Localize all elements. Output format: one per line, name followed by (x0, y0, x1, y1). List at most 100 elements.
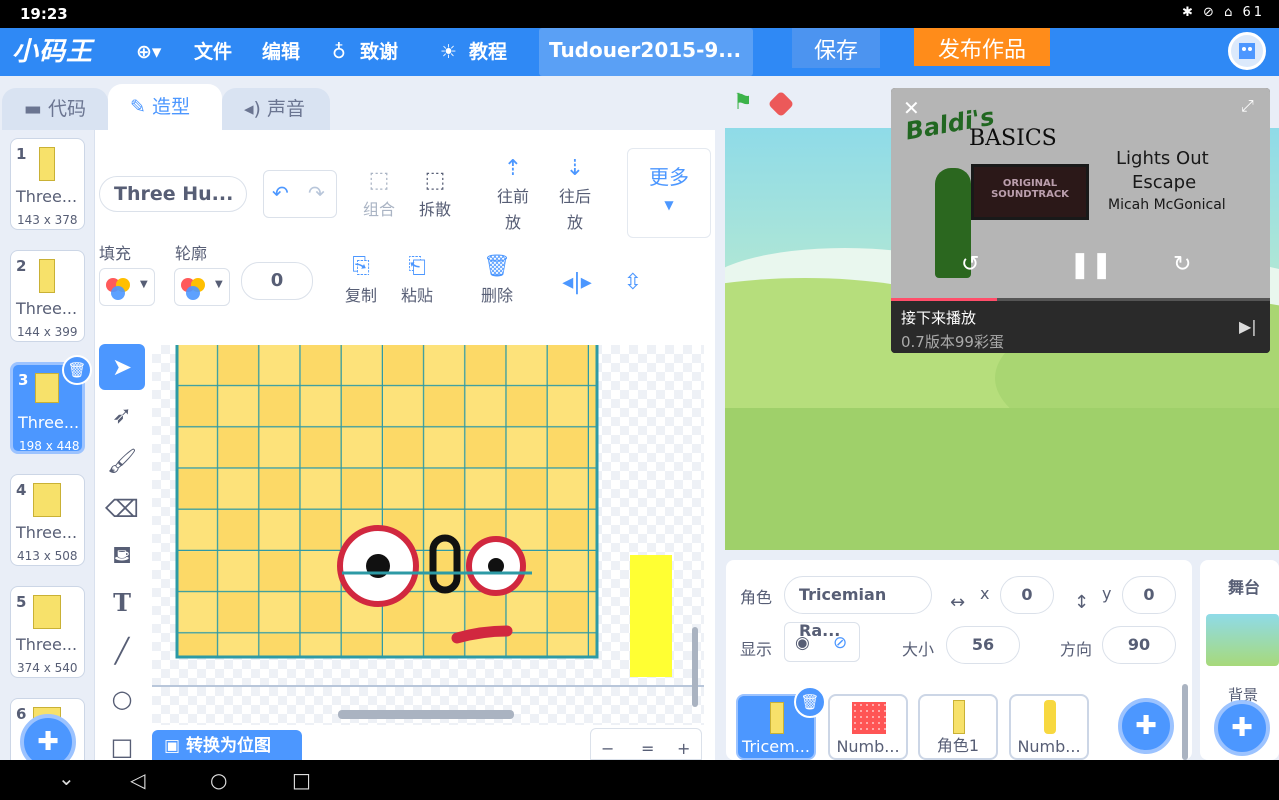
costume-item[interactable]: 4 Three... 413 x 508 (10, 474, 85, 566)
sprite-label: 角色 (740, 588, 773, 607)
costume-name: Three... (16, 523, 78, 542)
stop-icon[interactable] (767, 90, 795, 118)
undo-icon[interactable]: ↶ (272, 181, 289, 205)
y-input[interactable]: 0 (1122, 576, 1176, 614)
video-player-overlay[interactable]: Baldi's BASICS ORIGINAL SOUNDTRACK Light… (891, 88, 1270, 353)
x-input[interactable]: 0 (1000, 576, 1054, 614)
chevron-down-icon[interactable]: ⌄ (58, 766, 75, 790)
credits-icon[interactable]: ♁ (332, 28, 346, 76)
code-icon: ▬ (24, 98, 48, 120)
text-tool[interactable]: T (99, 580, 145, 626)
brush-icon: ✎ (130, 96, 152, 118)
flip-vertical-button[interactable]: ⇳ (617, 270, 649, 298)
speaker-icon: ◂) (244, 98, 267, 120)
costume-name-input[interactable]: Three Hu... (99, 176, 247, 212)
costume-number: 1 (16, 145, 27, 163)
green-flag-icon[interactable]: ⚑ (733, 90, 753, 115)
direction-input[interactable]: 90 (1102, 626, 1176, 664)
more-button[interactable]: 更多 ▼ (627, 148, 711, 238)
rewind-15-icon[interactable]: ↺ (961, 252, 979, 277)
stage-thumbnail[interactable] (1206, 614, 1279, 666)
brush-tool[interactable]: 🖌 (99, 438, 145, 484)
eye-hidden-icon[interactable]: ⊘ (833, 633, 847, 653)
costume-thumbnail (39, 147, 55, 181)
group-button[interactable]: ⬚ 组合 (357, 168, 401, 220)
forward-button[interactable]: ⇡ 往前放 (491, 156, 535, 236)
up-next-bar[interactable]: 接下来播放 0.7版本99彩蛋 ▶| (891, 301, 1270, 353)
menu-file[interactable]: 文件 (194, 28, 232, 76)
convert-to-bitmap-button[interactable]: ▣ 转换为位图 (152, 730, 302, 760)
costume-item[interactable]: 2 Three... 144 x 399 (10, 250, 85, 342)
delete-button[interactable]: 🗑 删除 (477, 254, 517, 306)
outline-width-input[interactable]: 0 (241, 262, 313, 300)
app-logo[interactable]: 小码王 (12, 28, 93, 76)
globe-icon[interactable]: ⊕▾ (136, 28, 161, 76)
arrow-down-icon: ⇣ (565, 156, 585, 181)
costume-number: 2 (16, 257, 27, 275)
home-icon[interactable]: ○ (210, 768, 227, 792)
sprite-thumbnail (1044, 700, 1056, 734)
eraser-tool[interactable]: ⌫ (99, 486, 145, 532)
costume-item[interactable]: 5 Three... 374 x 540 (10, 586, 85, 678)
more-label: 更多 (649, 165, 689, 189)
sprite-tile[interactable]: 角色1 (918, 694, 998, 760)
redo-icon[interactable]: ↷ (308, 181, 325, 205)
back-icon[interactable]: ◁ (130, 768, 145, 792)
bulb-icon[interactable]: ☀ (440, 28, 457, 76)
menu-credits[interactable]: 致谢 (360, 28, 398, 76)
menu-tutorial[interactable]: 教程 (469, 28, 507, 76)
sprite-name: Numb... (1017, 737, 1081, 756)
tab-code[interactable]: ▬ 代码 (2, 88, 108, 130)
copy-button[interactable]: ⎘ 复制 (341, 254, 381, 306)
publish-button[interactable]: 发布作品 (914, 28, 1050, 66)
costume-item[interactable]: 1 Three... 143 x 378 (10, 138, 85, 230)
close-icon[interactable]: ✕ (903, 96, 920, 120)
group-icon: ⬚ (368, 168, 390, 193)
sprite-name: Numb... (836, 737, 900, 756)
fill-tool[interactable]: ⛾ (99, 532, 145, 578)
costume-thumbnail (33, 483, 61, 517)
fill-color-picker[interactable]: ▼ (99, 268, 155, 306)
select-tool[interactable]: ➤ (99, 344, 145, 390)
sprite-list-scrollbar[interactable] (1182, 684, 1188, 760)
avatar[interactable] (1228, 32, 1266, 70)
eye-icon[interactable]: ◉ (795, 633, 810, 653)
system-navigation-bar: ⌄ ◁ ○ □ (0, 760, 1279, 800)
sprite-tile[interactable]: Numb... (1009, 694, 1089, 760)
menu-edit[interactable]: 编辑 (262, 28, 300, 76)
sprite-name-input[interactable]: Tricemian Ra... (784, 576, 932, 640)
ungroup-button[interactable]: ⬚ 拆散 (413, 168, 457, 220)
expand-icon[interactable]: ⤢ (1241, 96, 1254, 116)
tab-sound[interactable]: ◂) 声音 (222, 88, 330, 130)
costume-number: 6 (16, 705, 27, 723)
tab-costume[interactable]: ✎ 造型 (108, 84, 222, 130)
paint-canvas[interactable] (152, 345, 704, 725)
paste-label: 粘贴 (400, 286, 433, 305)
outline-color-picker[interactable]: ▼ (174, 268, 230, 306)
delete-sprite-icon[interactable]: 🗑 (794, 686, 826, 718)
costume-name: Three... (16, 187, 78, 206)
dropdown-arrow-icon: ▼ (215, 279, 223, 290)
backward-button[interactable]: ⇣ 往后放 (553, 156, 597, 236)
project-title-field[interactable]: Tudouer2015-9... (539, 28, 753, 76)
save-button[interactable]: 保存 (792, 28, 880, 68)
size-input[interactable]: 56 (946, 626, 1020, 664)
paste-button[interactable]: ⎗ 粘贴 (397, 254, 437, 306)
line-tool[interactable]: ╱ (99, 628, 145, 674)
status-icons: ✱ ⊘ ⌂ 61 (1182, 5, 1265, 20)
skip-next-icon[interactable]: ▶| (1239, 317, 1257, 336)
costume-name: Three... (16, 635, 78, 654)
delete-costume-icon[interactable]: 🗑 (62, 355, 92, 385)
circle-tool[interactable]: ○ (99, 676, 145, 722)
size-label: 大小 (902, 640, 935, 659)
add-backdrop-button[interactable]: ✚ (1214, 700, 1270, 756)
ungroup-label: 拆散 (418, 200, 451, 219)
recents-icon[interactable]: □ (292, 768, 311, 792)
sprite-tile[interactable]: Numb... (828, 694, 908, 760)
pause-icon[interactable]: ❚❚ (1069, 250, 1113, 280)
costume-number: 4 (16, 481, 27, 499)
reshape-tool[interactable]: ➶ (99, 392, 145, 438)
flip-horizontal-button[interactable]: ◂|▸ (561, 270, 593, 298)
add-sprite-button[interactable]: ✚ (1118, 698, 1174, 754)
forward-15-icon[interactable]: ↻ (1173, 252, 1191, 277)
